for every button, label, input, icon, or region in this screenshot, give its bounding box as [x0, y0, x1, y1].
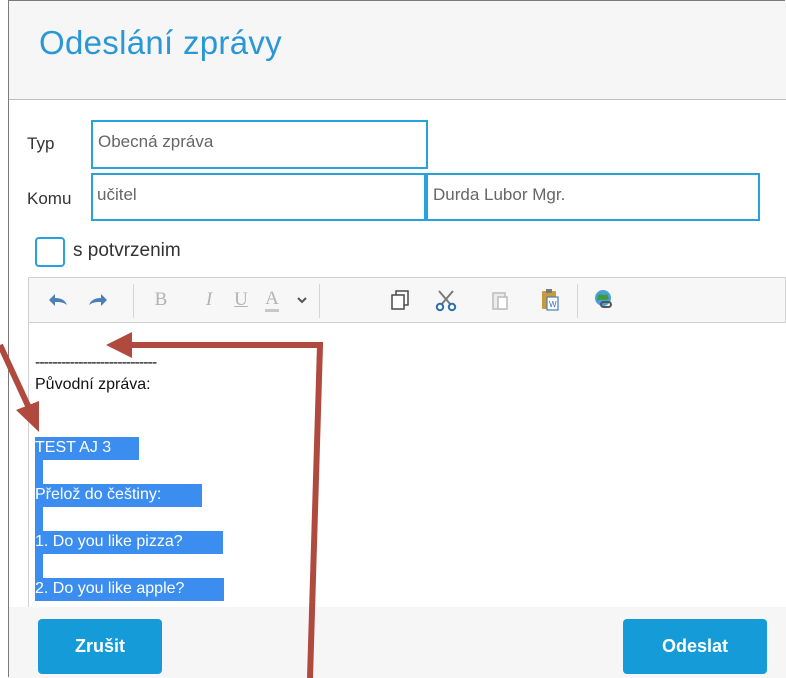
- cancel-button[interactable]: Zrušit: [38, 619, 162, 674]
- svg-text:W: W: [549, 300, 557, 309]
- toolbar-separator: [577, 284, 578, 318]
- underline-button[interactable]: U: [227, 278, 255, 322]
- selection-highlight: [35, 554, 43, 578]
- type-label: Typ: [27, 134, 55, 153]
- undo-button[interactable]: [39, 278, 75, 322]
- message-line: TEST AJ 3: [35, 439, 112, 456]
- message-line: Přelož do češtiny:: [35, 486, 162, 503]
- message-editor[interactable]: ---------------------------- Původní zpr…: [28, 323, 786, 607]
- send-button[interactable]: Odeslat: [623, 619, 767, 674]
- redo-button[interactable]: [81, 278, 117, 322]
- copy-button[interactable]: [385, 278, 415, 322]
- selection-highlight: [35, 507, 43, 531]
- to-label: Komu: [27, 189, 72, 208]
- confirm-label: s potvrzenim: [73, 240, 181, 261]
- paste-word-icon: W: [542, 289, 559, 311]
- copy-icon: [391, 290, 409, 310]
- bold-button[interactable]: B: [147, 278, 175, 322]
- font-color-dropdown[interactable]: [289, 278, 315, 322]
- paste-button[interactable]: [485, 278, 515, 322]
- paste-icon: [492, 292, 508, 310]
- italic-icon: I: [205, 289, 213, 310]
- original-message-label: Původní zpráva:: [35, 376, 151, 393]
- message-line: 1. Do you like pizza?: [35, 533, 183, 550]
- globe-link-icon: [595, 290, 612, 308]
- insert-link-button[interactable]: [589, 278, 619, 322]
- paste-from-word-button[interactable]: W: [535, 278, 565, 322]
- italic-button[interactable]: I: [195, 278, 223, 322]
- undo-icon: [49, 294, 67, 306]
- cut-button[interactable]: [431, 278, 461, 322]
- selection-highlight: [35, 460, 43, 484]
- dialog-title: Odeslání zprávy: [39, 24, 282, 61]
- scissors-icon: [435, 290, 457, 312]
- toolbar-separator: [319, 284, 320, 318]
- chevron-down-icon: [297, 297, 307, 304]
- bold-icon: B: [154, 289, 168, 310]
- font-color-button[interactable]: A: [258, 278, 286, 322]
- type-field[interactable]: Obecná zpráva: [91, 120, 428, 169]
- confirm-checkbox[interactable]: [35, 237, 65, 267]
- underline-icon: U: [234, 289, 248, 310]
- recipient-role-field[interactable]: učitel: [91, 173, 426, 221]
- message-line: 2. Do you like apple?: [35, 580, 185, 597]
- quote-separator: ----------------------------: [35, 354, 157, 371]
- recipient-person-field[interactable]: Durda Lubor Mgr.: [426, 173, 760, 221]
- font-color-icon: A: [265, 288, 279, 312]
- editor-toolbar: B I U A W: [28, 277, 786, 323]
- toolbar-separator: [133, 284, 134, 318]
- redo-icon: [89, 294, 107, 306]
